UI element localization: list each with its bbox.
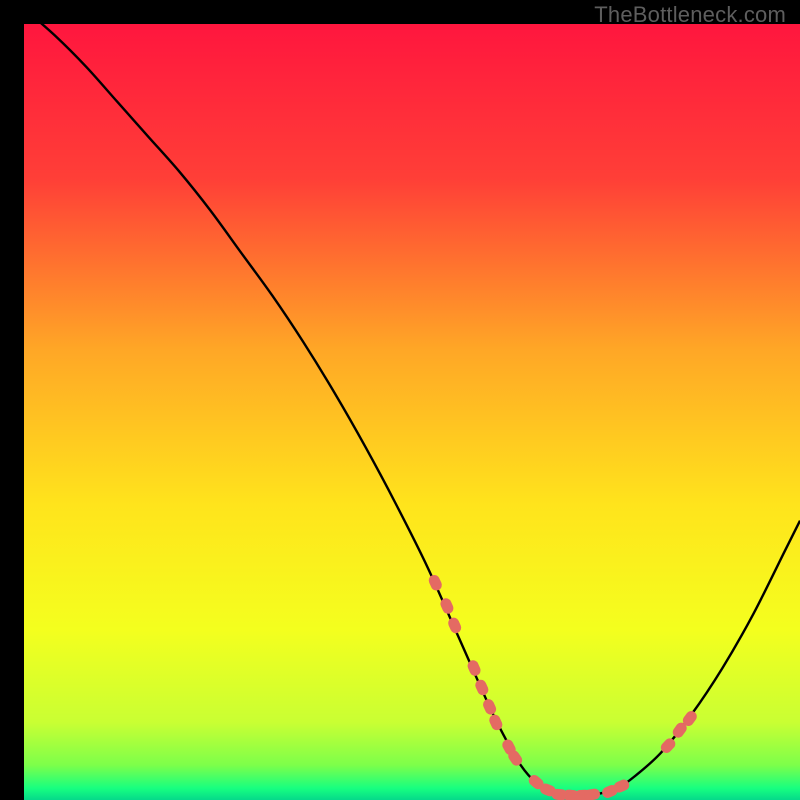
- gradient-background: [24, 24, 800, 800]
- watermark-text: TheBottleneck.com: [594, 2, 786, 28]
- chart-frame: [12, 12, 788, 788]
- bottleneck-curve-chart: [24, 24, 800, 800]
